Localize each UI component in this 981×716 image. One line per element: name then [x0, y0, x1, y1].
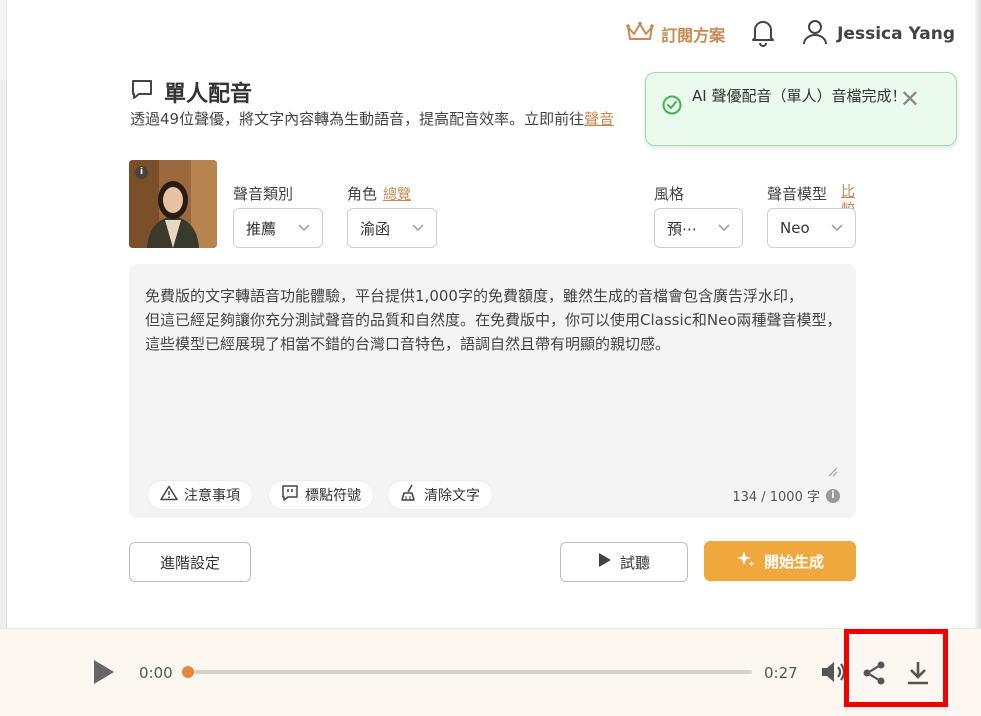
- voice-category-select[interactable]: 推薦: [233, 208, 323, 248]
- chevron-down-icon: [298, 221, 310, 235]
- volume-icon[interactable]: [820, 659, 848, 689]
- notice-label: 注意事項: [184, 488, 240, 504]
- user-icon: [801, 18, 829, 51]
- progress-slider[interactable]: [182, 666, 752, 678]
- voice-role-select[interactable]: 渝函: [347, 208, 437, 248]
- page-description: 透過49位聲優，將文字內容轉為生動語音，提高配音效率。立即前往聲音: [130, 108, 614, 129]
- user-menu[interactable]: Jessica Yang: [801, 18, 955, 51]
- toast-close-button[interactable]: ✕: [900, 87, 920, 111]
- voice-role-label: 角色: [347, 185, 378, 203]
- window-edge: [975, 0, 981, 716]
- char-count: 134 / 1000 字: [732, 490, 820, 505]
- clear-text-button[interactable]: 清除文字: [387, 480, 493, 510]
- subscription-label: 訂閱方案: [661, 26, 726, 45]
- player-play-button[interactable]: [92, 659, 116, 689]
- page-title: 單人配音: [130, 76, 252, 108]
- success-toast: AI 聲優配音（單人）音檔完成！ ✕: [645, 72, 957, 146]
- play-icon: [598, 552, 612, 572]
- page-scrollbar[interactable]: [0, 0, 8, 628]
- preview-button[interactable]: 試聽: [560, 542, 688, 582]
- voice-style-value: 預⋯: [667, 219, 698, 238]
- script-line: 免費版的文字轉語音功能體驗，平台提供1,000字的免費額度，雖然生成的音檔會包含…: [145, 287, 803, 305]
- speech-bubble-icon: [130, 78, 154, 106]
- crown-icon: [625, 21, 655, 47]
- chevron-down-icon: [831, 221, 843, 235]
- bell-icon: [749, 17, 777, 51]
- script-text[interactable]: 免費版的文字轉語音功能體驗，平台提供1,000字的免費額度，雖然生成的音檔會包含…: [145, 284, 845, 356]
- chevron-down-icon: [718, 221, 730, 235]
- advanced-settings-button[interactable]: 進階設定: [129, 542, 251, 582]
- user-name: Jessica Yang: [837, 24, 955, 44]
- script-line: 這些模型已經展現了相當不錯的台灣口音特色，語調自然且帶有明顯的親切感。: [145, 335, 671, 353]
- progress-thumb[interactable]: [182, 666, 194, 678]
- voices-link[interactable]: 聲音: [584, 110, 614, 128]
- warning-icon: [160, 485, 178, 505]
- notice-button[interactable]: 注意事項: [147, 480, 253, 510]
- current-time: 0:00: [139, 664, 173, 682]
- page-title-text: 單人配音: [164, 82, 253, 107]
- punctuation-button[interactable]: 標點符號: [268, 480, 374, 510]
- clear-text-label: 清除文字: [424, 488, 480, 504]
- preview-label: 試聽: [619, 553, 650, 572]
- punctuation-icon: [281, 484, 299, 506]
- chevron-down-icon: [412, 221, 424, 235]
- advanced-settings-label: 進階設定: [159, 553, 220, 572]
- notification-button[interactable]: [749, 17, 777, 51]
- sparkle-icon: [736, 549, 756, 573]
- punctuation-label: 標點符號: [305, 488, 361, 504]
- voice-role-label-group: 角色 總覽: [347, 183, 411, 204]
- voice-role-value: 渝函: [360, 219, 391, 238]
- voice-avatar[interactable]: i: [129, 160, 217, 248]
- voice-info-badge[interactable]: i: [135, 166, 148, 179]
- voice-style-label: 風格: [654, 185, 685, 203]
- voice-category-value: 推薦: [246, 219, 277, 238]
- page-scrollbar-top: [0, 0, 7, 80]
- toast-message: AI 聲優配音（單人）音檔完成！: [692, 87, 907, 105]
- char-counter: 134 / 1000 字 i: [732, 486, 840, 505]
- voice-model-value: Neo: [780, 219, 810, 237]
- share-icon[interactable]: [860, 659, 888, 691]
- voice-model-label: 聲音模型: [767, 185, 828, 203]
- script-line: 但這已經足夠讓你充分測試聲音的品質和自然度。在免費版中，你可以使用Classic…: [145, 311, 842, 329]
- broom-icon: [400, 484, 418, 506]
- page-description-text: 透過49位聲優，將文字內容轉為生動語音，提高配音效率。立即前往: [130, 110, 585, 128]
- check-circle-icon: [662, 95, 682, 122]
- generate-button[interactable]: 開始生成: [704, 541, 856, 581]
- top-bar: 訂閱方案 Jessica Yang: [625, 14, 955, 54]
- resize-handle-icon[interactable]: [828, 462, 838, 477]
- download-icon[interactable]: [904, 659, 932, 691]
- role-overview-link[interactable]: 總覽: [383, 187, 411, 203]
- page-scrollbar-track[interactable]: [0, 80, 7, 628]
- script-textarea[interactable]: 免費版的文字轉語音功能體驗，平台提供1,000字的免費額度，雖然生成的音檔會包含…: [129, 264, 856, 518]
- voice-model-select[interactable]: Neo: [767, 208, 856, 248]
- duration: 0:27: [764, 664, 798, 682]
- voice-style-select[interactable]: 預⋯: [654, 208, 743, 248]
- generate-label: 開始生成: [763, 552, 824, 571]
- counter-info-icon[interactable]: i: [826, 488, 840, 503]
- voice-category-label: 聲音類別: [233, 185, 294, 203]
- subscription-link[interactable]: 訂閱方案: [625, 21, 725, 47]
- audio-player: 0:00 0:27: [0, 628, 981, 716]
